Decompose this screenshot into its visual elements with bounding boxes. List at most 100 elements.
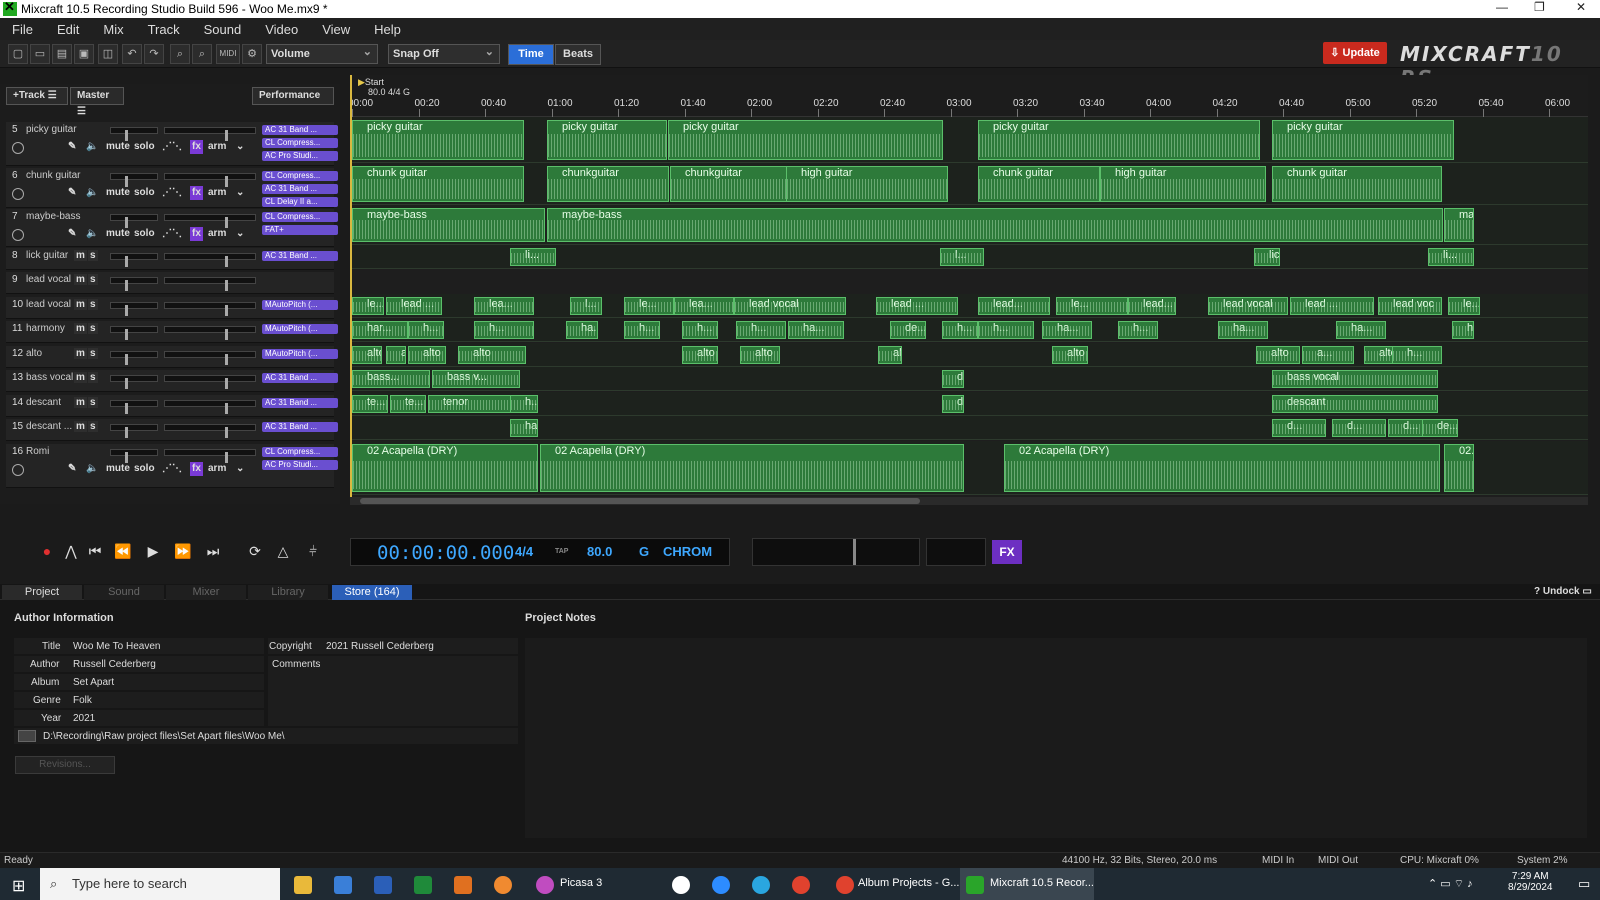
audio-clip[interactable]: ha...	[1336, 321, 1386, 339]
audio-clip[interactable]: ha...	[510, 419, 538, 437]
arm-button[interactable]: arm	[208, 227, 226, 241]
midi-icon[interactable]: MIDI	[216, 44, 240, 64]
audio-clip[interactable]: d...	[1272, 419, 1326, 437]
track-name[interactable]: bass vocal	[26, 372, 73, 383]
audio-clip[interactable]: chunk guitar	[1272, 166, 1442, 202]
audio-clip[interactable]: de...	[1422, 419, 1458, 437]
audio-clip[interactable]: lea...	[674, 297, 734, 315]
rewind-icon[interactable]: ⏪	[112, 540, 134, 562]
volume-knob[interactable]	[225, 256, 228, 267]
track-header[interactable]: 10 lead vocal m s MAutoPitch (...	[6, 297, 338, 319]
edit-icon[interactable]: ✎	[68, 227, 76, 241]
year-field[interactable]: 2021	[73, 713, 95, 724]
pan-slider[interactable]	[110, 277, 158, 291]
audio-clip[interactable]: ha...	[566, 321, 598, 339]
fx-plugin[interactable]: AC 31 Band ...	[262, 251, 338, 261]
tempo-value[interactable]: 80.0	[587, 544, 612, 559]
audio-clip[interactable]: h...	[510, 395, 538, 413]
metronome-icon[interactable]: △	[272, 540, 294, 562]
volume-slider[interactable]	[164, 302, 256, 316]
audio-clip[interactable]: h...	[1452, 321, 1474, 339]
speaker-icon[interactable]: 🔈	[86, 462, 98, 476]
audio-clip[interactable]: ha...	[1218, 321, 1268, 339]
audio-clip[interactable]: ma	[1444, 208, 1474, 242]
chevron-down-icon[interactable]: ⌄	[236, 462, 244, 476]
title-field[interactable]: Woo Me To Heaven	[73, 641, 160, 652]
menu-sound[interactable]: Sound	[192, 22, 254, 37]
mute-button[interactable]: m	[74, 274, 87, 285]
audio-clip[interactable]: de...	[890, 321, 926, 339]
track-header[interactable]: 13 bass vocal m s AC 31 Band ...	[6, 370, 338, 392]
volume-knob[interactable]	[225, 378, 228, 389]
arm-button[interactable]: arm	[208, 140, 226, 154]
audio-clip[interactable]: maybe-bass	[547, 208, 1443, 242]
minimize-icon[interactable]: —	[1496, 0, 1508, 14]
pan-knob[interactable]	[125, 305, 128, 316]
arm-button[interactable]: arm	[208, 186, 226, 200]
track-header[interactable]: 7 maybe-bass ✎ 🔈 mute solo ⋰⋱ fx arm ⌄ CL…	[6, 209, 338, 247]
volume-slider[interactable]	[164, 449, 256, 463]
time-toggle[interactable]: Time	[508, 44, 554, 65]
pan-slider[interactable]	[110, 253, 158, 267]
speaker-icon[interactable]: 🔈	[86, 227, 98, 241]
solo-button[interactable]: s	[88, 274, 98, 285]
speaker-icon[interactable]: 🔈	[86, 186, 98, 200]
horizontal-scrollbar[interactable]	[350, 497, 1588, 505]
audio-clip[interactable]: chunk guitar	[978, 166, 1100, 202]
audio-clip[interactable]: d...	[1332, 419, 1386, 437]
volume-slider[interactable]	[164, 173, 256, 187]
open-folder-icon[interactable]: ▭	[30, 44, 50, 64]
fx-plugin[interactable]: CL Compress...	[262, 212, 338, 222]
automation-icon[interactable]: ⋰⋱	[162, 227, 182, 241]
chrome-icon[interactable]	[792, 876, 810, 894]
settings-gear-icon[interactable]: ⚙	[242, 44, 262, 64]
zoom-in-icon[interactable]: ⌕	[170, 44, 190, 64]
pan-slider[interactable]	[110, 214, 158, 228]
audio-clip[interactable]: le...	[352, 297, 384, 315]
scroll-thumb[interactable]	[360, 498, 920, 504]
audio-clip[interactable]: a...	[386, 346, 406, 364]
automation-icon[interactable]: ⋰⋱	[162, 186, 182, 200]
album-field[interactable]: Set Apart	[73, 677, 114, 688]
track-name[interactable]: harmony	[26, 323, 65, 334]
beats-toggle[interactable]: Beats	[555, 44, 601, 65]
track-name[interactable]: descant ...	[26, 421, 72, 432]
fx-plugin[interactable]: AC Pro Studi...	[262, 151, 338, 161]
volume-slider[interactable]	[164, 424, 256, 438]
audio-clip[interactable]: alto	[682, 346, 718, 364]
solo-button[interactable]: s	[88, 250, 98, 261]
mixer-sliders-icon[interactable]: ⫩	[302, 540, 324, 562]
track-header[interactable]: 14 descant m s AC 31 Band ...	[6, 395, 338, 417]
audio-clip[interactable]: lead voc	[1378, 297, 1442, 315]
audio-clip[interactable]: picky guitar	[1272, 120, 1454, 160]
loop-icon[interactable]: ⟳	[244, 540, 266, 562]
mute-button[interactable]: mute	[106, 186, 130, 200]
update-button[interactable]: ⇩ Update	[1323, 42, 1387, 64]
volume-select[interactable]: Volume	[266, 44, 378, 64]
audio-clip[interactable]: maybe-bass	[352, 208, 545, 242]
notifications-icon[interactable]: ▭	[1578, 876, 1590, 892]
snap-select[interactable]: Snap Off	[388, 44, 500, 64]
audio-clip[interactable]: h...	[624, 321, 660, 339]
time-ruler[interactable]: ▶Start 80.0 4/4 G 00:00 00:20 00:40 01:00 01…	[350, 75, 1588, 117]
audio-clip[interactable]: high guitar	[1100, 166, 1266, 202]
pan-slider[interactable]	[110, 449, 158, 463]
master-fx-button[interactable]: FX	[992, 540, 1022, 564]
save-icon[interactable]: ▣	[74, 44, 94, 64]
edit-icon[interactable]: ✎	[68, 140, 76, 154]
fx-plugin[interactable]: MAutoPitch (...	[262, 324, 338, 334]
solo-button[interactable]: s	[88, 299, 98, 310]
pan-slider[interactable]	[110, 375, 158, 389]
track-header[interactable]: 5 picky guitar ✎ 🔈 mute solo ⋰⋱ fx arm ⌄…	[6, 122, 338, 166]
audio-clip[interactable]: li...	[1428, 248, 1474, 266]
solo-button[interactable]: s	[88, 348, 98, 359]
fast-forward-icon[interactable]: ⏩	[172, 540, 194, 562]
audio-clip[interactable]: 02...	[1444, 444, 1474, 492]
fx-plugin[interactable]: AC 31 Band ...	[262, 398, 338, 408]
menu-track[interactable]: Track	[136, 22, 192, 37]
audio-clip[interactable]: d...	[1388, 419, 1424, 437]
audio-clip[interactable]: lead vocal	[734, 297, 846, 315]
taskbar-search[interactable]: ⌕ Type here to search	[40, 868, 280, 900]
solo-button[interactable]: solo	[134, 186, 155, 200]
fx-plugin[interactable]: AC 31 Band ...	[262, 422, 338, 432]
